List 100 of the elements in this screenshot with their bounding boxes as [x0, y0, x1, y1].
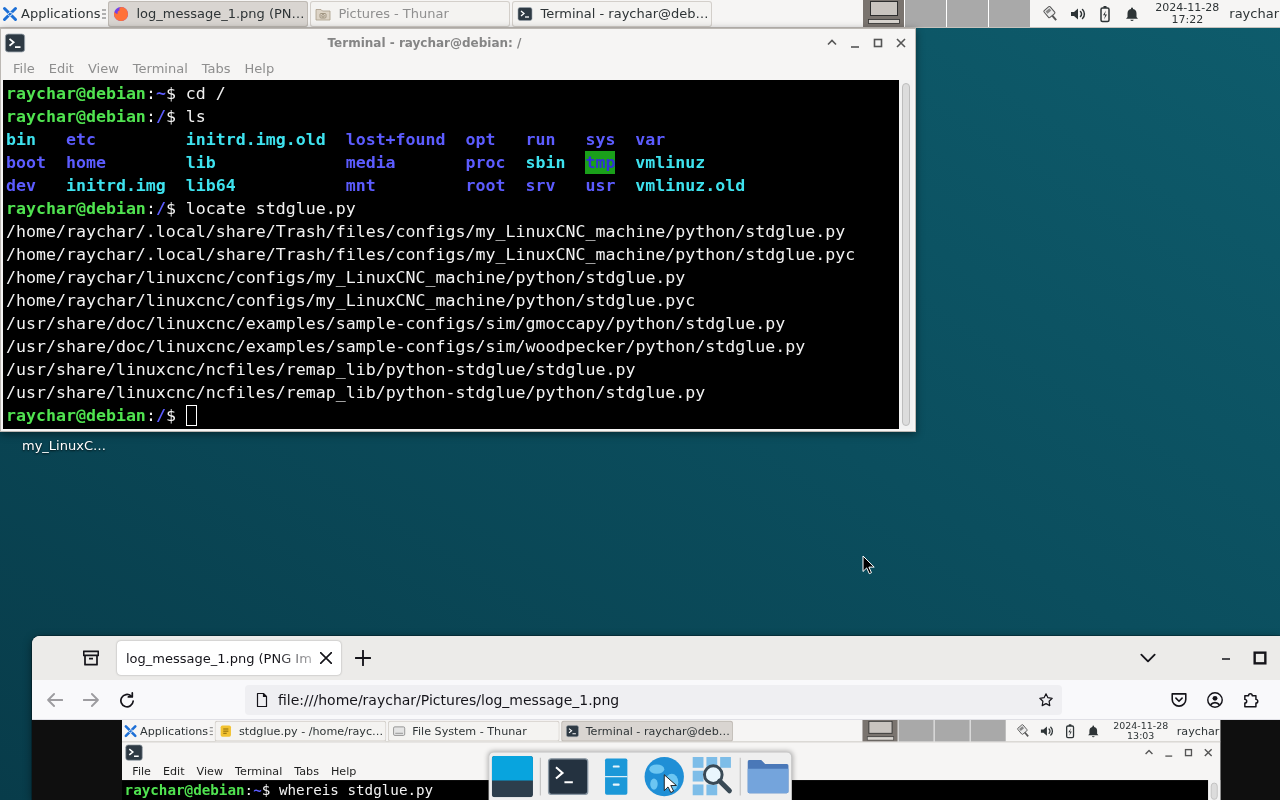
file-name: lib64 [185, 175, 237, 197]
notepad-icon [219, 723, 234, 738]
file-name: home [65, 152, 107, 174]
terminal-icon [3, 31, 27, 54]
shield-chevron-icon [1171, 691, 1187, 708]
command-prompt-line: raychar@debian:/$ locate stdglue.py [6, 199, 356, 218]
file-name: mnt [345, 175, 377, 197]
terminal-icon[interactable] [547, 756, 589, 798]
forward-arrow-icon [83, 691, 99, 708]
output-line: /usr/share/linuxcnc/ncfiles/remap_lib/python-stdglue/stdglue.py [6, 359, 637, 381]
file-name: vmlinuz.old [635, 175, 746, 197]
file-name: srv [525, 175, 557, 197]
taskbar-button[interactable]: Terminal - raychar@deb… [561, 720, 734, 741]
plus-icon [355, 650, 371, 666]
file-name: initrd.img.old [185, 129, 326, 151]
address-bar[interactable]: file:///home/raychar/Pictures/log_message_1.png [245, 684, 1062, 715]
page-icon [254, 691, 270, 708]
file-name: proc [465, 152, 506, 174]
close-icon [320, 652, 332, 664]
taskbar-button[interactable]: stdglue.py - /home/rayc… [215, 720, 387, 741]
file-name: run [525, 129, 557, 151]
reload-icon [119, 691, 135, 708]
menu-item[interactable]: File [126, 762, 157, 781]
minimize-icon [1164, 754, 1174, 757]
desktop-icon-label[interactable]: my_LinuxC… [22, 438, 106, 453]
magnifier-icon[interactable] [691, 756, 733, 798]
minimize-icon [1222, 657, 1230, 660]
account-icon [1207, 691, 1223, 708]
file-name: dev [6, 175, 37, 197]
clock-time: 13:03 [1127, 730, 1155, 741]
close-icon [896, 37, 906, 48]
mouse-pointer-icon [862, 555, 875, 575]
file-name: lib [185, 152, 217, 174]
window-preview-icon [866, 720, 895, 741]
box-icon [83, 650, 99, 666]
minimize-icon [850, 45, 860, 48]
maximize-icon [873, 37, 883, 48]
taskbar-button[interactable]: File System - Thunar [388, 720, 560, 741]
applications-menu-button[interactable]: Applications [122, 720, 209, 742]
file-name: media [345, 152, 397, 174]
file-name: sbin [525, 152, 566, 174]
window-title: Terminal - raychar@debian: / [326, 35, 523, 50]
file-name: etc [65, 129, 97, 151]
output-line: /usr/share/doc/linuxcnc/examples/sample-configs/sim/woodpecker/python/stdglue.py [6, 336, 807, 358]
taskbar-button[interactable]: Terminal - raychar@deb… [512, 0, 713, 27]
command-prompt-line: raychar@debian:~$ cd / [6, 84, 226, 103]
menu-item[interactable]: Terminal [229, 762, 289, 781]
drag-handle-icon [209, 725, 214, 736]
browser-icon [113, 5, 130, 22]
file-name: boot [6, 152, 46, 174]
drive-icon [392, 723, 407, 738]
maximize-icon [1252, 650, 1268, 666]
output-line: /usr/share/doc/linuxcnc/examples/sample-configs/sim/gmoccapy/python/stdglue.py [6, 313, 787, 335]
file-name: initrd.img [65, 175, 166, 197]
drag-handle-icon [102, 7, 107, 20]
file-name: sys [585, 129, 616, 151]
applications-menu-button[interactable]: Applications [0, 0, 101, 27]
plug-icon [1016, 723, 1032, 739]
menu-item[interactable]: Edit [157, 762, 191, 781]
terminal-icon [517, 5, 534, 22]
clock-date: 2024-11-28 [1155, 1, 1220, 14]
output-line: /home/raychar/linuxcnc/configs/my_LinuxCNC_machine/python/stdglue.pyc [6, 290, 697, 312]
window-preview-icon [867, 1, 900, 24]
puzzle-piece-icon [1243, 691, 1259, 708]
tab-title: log_message_1.png (PNG Im [126, 650, 312, 666]
clock-time: 17:22 [1171, 13, 1204, 26]
back-arrow-icon [47, 691, 63, 708]
caret-up-icon [827, 39, 837, 46]
file-cabinet-icon[interactable] [604, 757, 629, 796]
menu-item[interactable]: Tabs [288, 762, 325, 781]
command-prompt-line: raychar@debian:/$ [6, 406, 176, 425]
star-icon[interactable] [1038, 691, 1054, 708]
file-name: tmp [585, 151, 616, 174]
menu-item[interactable]: View [190, 762, 230, 781]
file-name: opt [465, 129, 497, 151]
globe-icon[interactable] [643, 756, 685, 798]
terminal-icon [565, 723, 580, 738]
user-menu-button[interactable]: raychar [1229, 6, 1280, 21]
close-icon [1203, 747, 1213, 757]
workspace-button[interactable] [863, 0, 905, 27]
user-menu-button[interactable]: raychar [1176, 724, 1221, 738]
output-line: /home/raychar/.local/share/Trash/files/configs/my_LinuxCNC_machine/python/stdglue.pyc [6, 244, 857, 266]
command-prompt-line: raychar@debian:~$ whereis stdglue.py [124, 781, 434, 799]
file-name: vmlinuz [635, 152, 707, 174]
file-name: root [465, 175, 506, 197]
taskbar-button[interactable]: log_message_1.png (PN… [108, 0, 309, 27]
command-prompt-line: raychar@debian:/$ ls [6, 107, 206, 126]
file-name: lost+found [345, 129, 446, 151]
file-name: usr [585, 175, 616, 197]
caret-up-icon [1144, 749, 1154, 756]
workspace-button[interactable] [862, 720, 898, 742]
maximize-icon [1184, 747, 1193, 757]
output-line: /home/raychar/linuxcnc/configs/my_LinuxCNC_machine/python/stdglue.py [6, 267, 687, 289]
output-line: /usr/share/linuxcnc/ncfiles/remap_lib/python-stdglue/python/stdglue.py [6, 382, 707, 404]
output-line: /home/raychar/.local/share/Trash/files/configs/my_LinuxCNC_machine/python/stdglue.py [6, 221, 847, 243]
menu-item[interactable]: Help [324, 762, 363, 781]
show-desktop-icon[interactable] [491, 756, 533, 798]
browser-tab[interactable]: log_message_1.png (PNG Im [117, 641, 341, 675]
clock-date: 2024-11-28 [1113, 720, 1169, 731]
file-name: var [635, 129, 667, 151]
